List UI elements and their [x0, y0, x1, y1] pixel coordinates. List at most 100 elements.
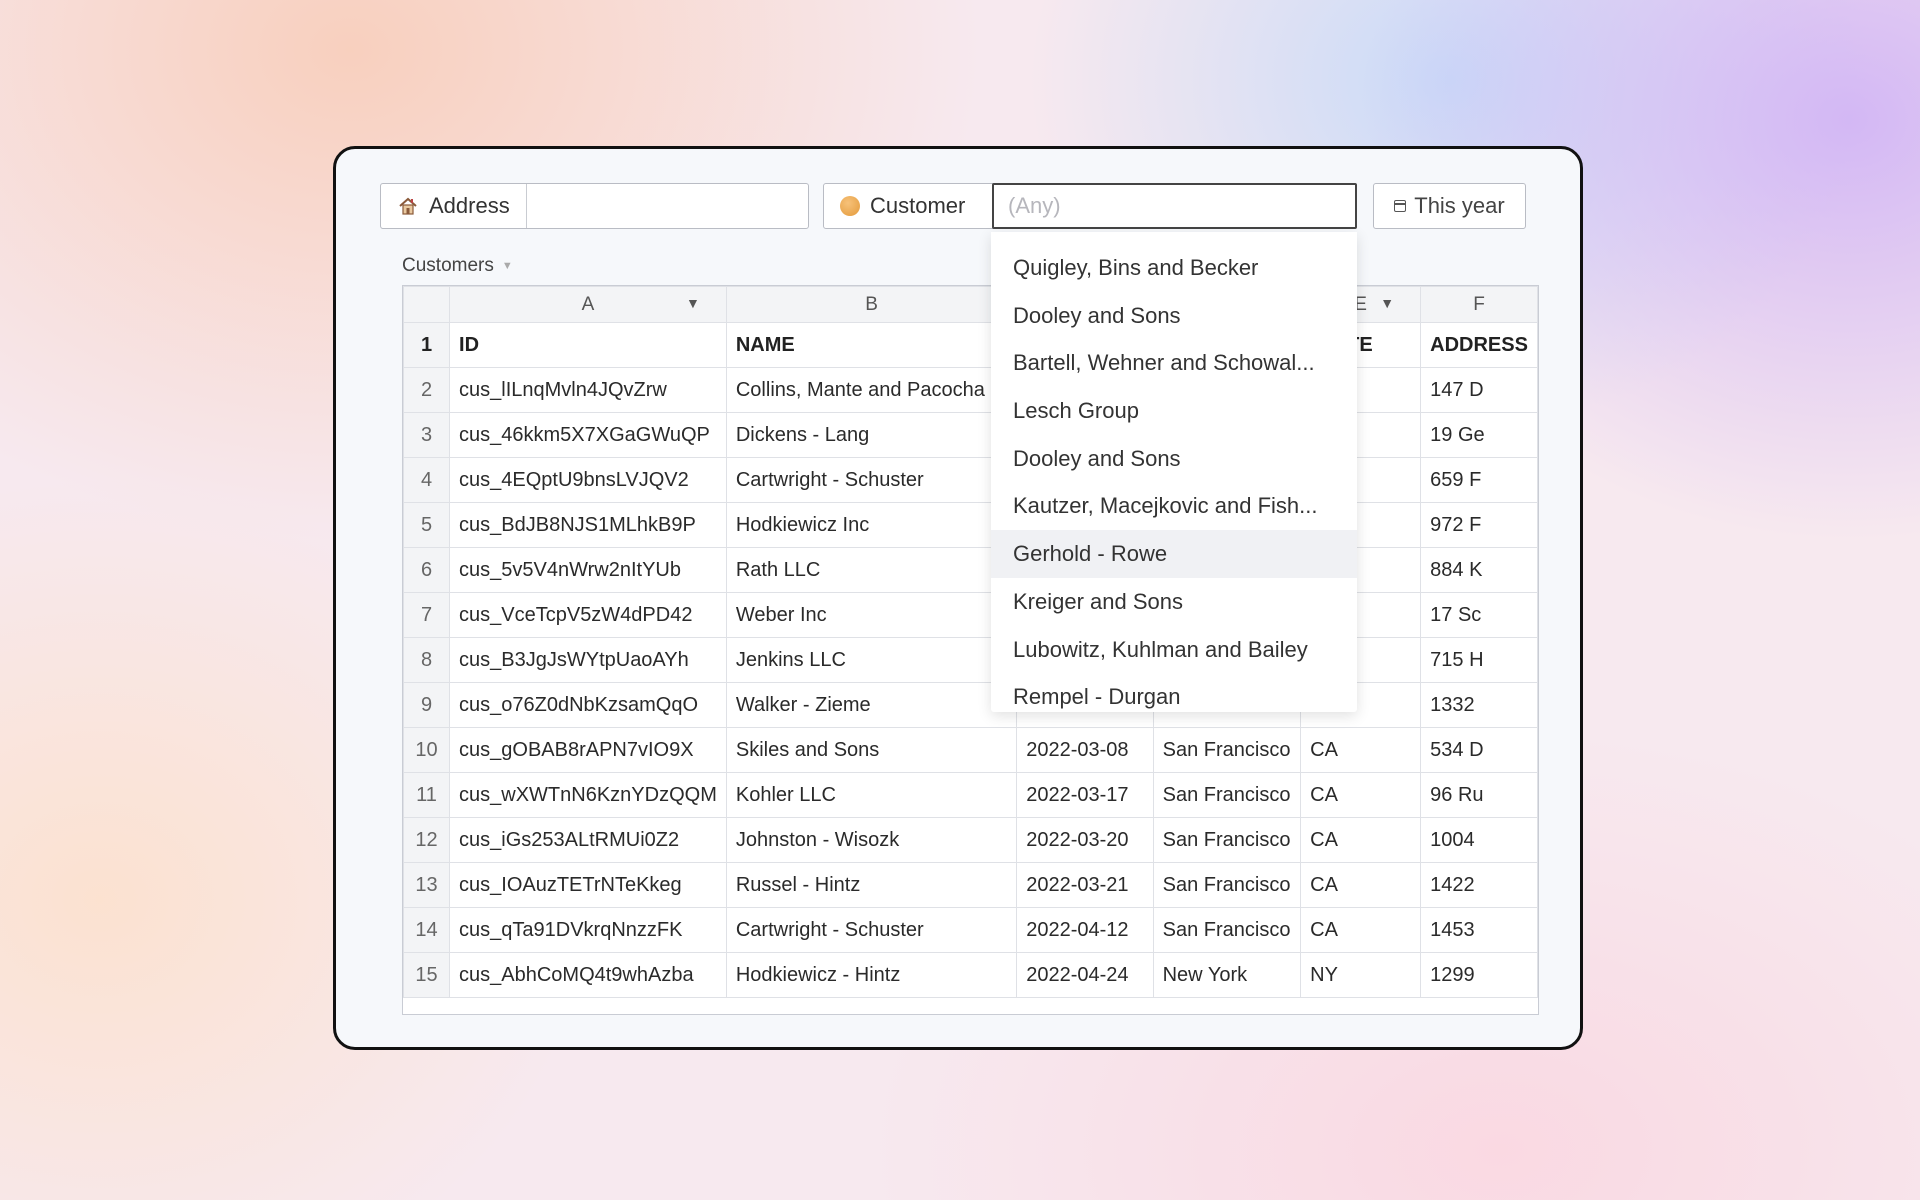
- cell-name[interactable]: Dickens - Lang: [725, 412, 1018, 458]
- cell-id[interactable]: cus_qTa91DVkrqNnzzFK: [449, 907, 727, 953]
- cell-name[interactable]: Skiles and Sons: [725, 727, 1018, 773]
- cell-city[interactable]: San Francisco: [1152, 862, 1302, 908]
- customer-search-input[interactable]: [992, 183, 1357, 229]
- row-number[interactable]: 5: [403, 502, 451, 548]
- cell-addr[interactable]: 96 Ru: [1420, 772, 1538, 818]
- cell-date[interactable]: 2022-04-12: [1016, 907, 1154, 953]
- cell-name[interactable]: Cartwright - Schuster: [725, 907, 1018, 953]
- date-filter-button[interactable]: This year: [1373, 183, 1526, 229]
- dropdown-option[interactable]: Kautzer, Macejkovic and Fish...: [991, 482, 1357, 530]
- address-filter-value[interactable]: [527, 184, 808, 228]
- cell-state[interactable]: NY: [1300, 952, 1422, 998]
- customer-filter[interactable]: Customer: [823, 183, 1357, 229]
- column-menu-icon[interactable]: ▼: [686, 295, 700, 311]
- cell-city[interactable]: New York: [1152, 952, 1302, 998]
- cell-addr[interactable]: 1299: [1420, 952, 1538, 998]
- cell-date[interactable]: 2022-03-20: [1016, 817, 1154, 863]
- row-number[interactable]: 4: [403, 457, 451, 503]
- cell-name[interactable]: Walker - Zieme: [725, 682, 1018, 728]
- cell-addr[interactable]: 659 F: [1420, 457, 1538, 503]
- row-number[interactable]: 14: [403, 907, 451, 953]
- dropdown-option[interactable]: Dooley and Sons: [991, 435, 1357, 483]
- cell-city[interactable]: San Francisco: [1152, 772, 1302, 818]
- cell-state[interactable]: CA: [1300, 907, 1422, 953]
- cell-id[interactable]: cus_lILnqMvln4JQvZrw: [449, 367, 727, 413]
- cell-name[interactable]: Kohler LLC: [725, 772, 1018, 818]
- cell-id[interactable]: cus_46kkm5X7XGaGWuQP: [449, 412, 727, 458]
- cell-addr[interactable]: 884 K: [1420, 547, 1538, 593]
- dropdown-option[interactable]: Lesch Group: [991, 387, 1357, 435]
- dropdown-option[interactable]: Lubowitz, Kuhlman and Bailey: [991, 626, 1357, 674]
- cell-addr[interactable]: 715 H: [1420, 637, 1538, 683]
- cell-city[interactable]: San Francisco: [1152, 727, 1302, 773]
- row-number[interactable]: 12: [403, 817, 451, 863]
- header-cell[interactable]: ID: [449, 322, 727, 368]
- row-number[interactable]: 3: [403, 412, 451, 458]
- cell-name[interactable]: Hodkiewicz - Hintz: [725, 952, 1018, 998]
- cell-date[interactable]: 2022-03-21: [1016, 862, 1154, 908]
- row-number[interactable]: 7: [403, 592, 451, 638]
- cell-id[interactable]: cus_5v5V4nWrw2nItYUb: [449, 547, 727, 593]
- cell-addr[interactable]: 1004: [1420, 817, 1538, 863]
- cell-name[interactable]: Weber Inc: [725, 592, 1018, 638]
- row-number[interactable]: 6: [403, 547, 451, 593]
- cell-id[interactable]: cus_VceTcpV5zW4dPD42: [449, 592, 727, 638]
- cell-addr[interactable]: 19 Ge: [1420, 412, 1538, 458]
- cell-state[interactable]: CA: [1300, 772, 1422, 818]
- cell-date[interactable]: 2022-03-08: [1016, 727, 1154, 773]
- row-number[interactable]: 9: [403, 682, 451, 728]
- cell-city[interactable]: San Francisco: [1152, 907, 1302, 953]
- row-number[interactable]: 13: [403, 862, 451, 908]
- sheet-selector[interactable]: Customers ▼: [402, 255, 513, 277]
- header-cell[interactable]: ADDRESS: [1420, 322, 1538, 368]
- dropdown-option[interactable]: Rempel - Durgan: [991, 673, 1357, 721]
- cell-id[interactable]: cus_gOBAB8rAPN7vIO9X: [449, 727, 727, 773]
- row-number[interactable]: 10: [403, 727, 451, 773]
- cell-addr[interactable]: 972 F: [1420, 502, 1538, 548]
- cell-date[interactable]: 2022-03-17: [1016, 772, 1154, 818]
- dropdown-option[interactable]: Gerhold - Rowe: [991, 530, 1357, 578]
- cell-addr[interactable]: 534 D: [1420, 727, 1538, 773]
- cell-addr[interactable]: 147 D: [1420, 367, 1538, 413]
- cell-name[interactable]: Jenkins LLC: [725, 637, 1018, 683]
- cell-addr[interactable]: 17 Sc: [1420, 592, 1538, 638]
- cell-id[interactable]: cus_4EQptU9bnsLVJQV2: [449, 457, 727, 503]
- cell-name[interactable]: Collins, Mante and Pacocha: [725, 367, 1018, 413]
- cell-id[interactable]: cus_BdJB8NJS1MLhkB9P: [449, 502, 727, 548]
- cell-id[interactable]: cus_wXWTnN6KznYDzQQM: [449, 772, 727, 818]
- cell-id[interactable]: cus_B3JgJsWYtpUaoAYh: [449, 637, 727, 683]
- dropdown-option[interactable]: Bartell, Wehner and Schowal...: [991, 339, 1357, 387]
- cell-id[interactable]: cus_iGs253ALtRMUi0Z2: [449, 817, 727, 863]
- cell-name[interactable]: Rath LLC: [725, 547, 1018, 593]
- cell-name[interactable]: Cartwright - Schuster: [725, 457, 1018, 503]
- cell-name[interactable]: Johnston - Wisozk: [725, 817, 1018, 863]
- cell-addr[interactable]: 1453: [1420, 907, 1538, 953]
- address-filter[interactable]: Address: [380, 183, 809, 229]
- column-header-b[interactable]: B: [725, 286, 1018, 323]
- cell-id[interactable]: cus_IOAuzTETrNTeKkeg: [449, 862, 727, 908]
- cell-state[interactable]: CA: [1300, 817, 1422, 863]
- dropdown-option[interactable]: Quigley, Bins and Becker: [991, 244, 1357, 292]
- cell-name[interactable]: Russel - Hintz: [725, 862, 1018, 908]
- row-number[interactable]: 8: [403, 637, 451, 683]
- row-number[interactable]: 1: [403, 322, 451, 368]
- column-header-f[interactable]: F: [1420, 286, 1538, 323]
- filter-panel: Address Customer This year Customers ▼ A…: [333, 146, 1583, 1050]
- cell-name[interactable]: Hodkiewicz Inc: [725, 502, 1018, 548]
- header-cell[interactable]: NAME: [725, 322, 1018, 368]
- dropdown-option[interactable]: Dooley and Sons: [991, 292, 1357, 340]
- row-number[interactable]: 2: [403, 367, 451, 413]
- column-header-a[interactable]: A ▼: [449, 286, 727, 323]
- cell-id[interactable]: cus_AbhCoMQ4t9whAzba: [449, 952, 727, 998]
- cell-date[interactable]: 2022-04-24: [1016, 952, 1154, 998]
- cell-city[interactable]: San Francisco: [1152, 817, 1302, 863]
- cell-state[interactable]: CA: [1300, 862, 1422, 908]
- column-menu-icon[interactable]: ▼: [1380, 295, 1394, 311]
- dropdown-option[interactable]: Kreiger and Sons: [991, 578, 1357, 626]
- row-number[interactable]: 15: [403, 952, 451, 998]
- row-number[interactable]: 11: [403, 772, 451, 818]
- cell-state[interactable]: CA: [1300, 727, 1422, 773]
- cell-addr[interactable]: 1422: [1420, 862, 1538, 908]
- cell-addr[interactable]: 1332: [1420, 682, 1538, 728]
- cell-id[interactable]: cus_o76Z0dNbKzsamQqO: [449, 682, 727, 728]
